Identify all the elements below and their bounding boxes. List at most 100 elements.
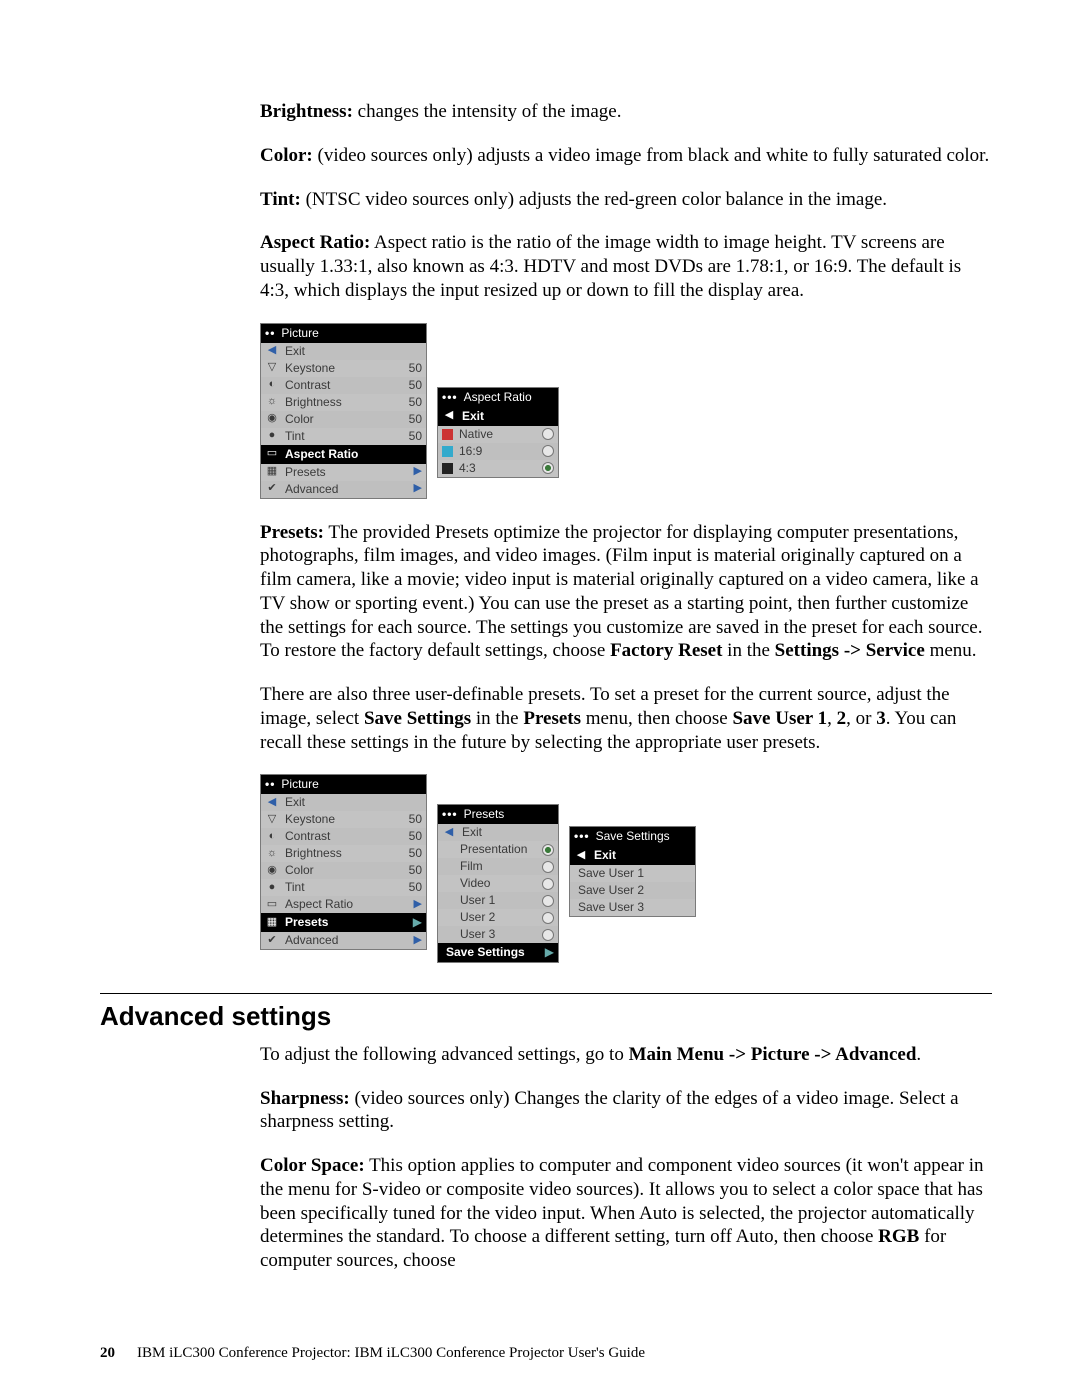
osd-picture-presets-screenshot: ••Picture ◀Exit ▽Keystone50 ◐Contrast50 … xyxy=(260,774,992,963)
osd-item-contrast[interactable]: ◐ Contrast 50 xyxy=(261,377,426,394)
osd-item-advanced[interactable]: ✔Advanced▶ xyxy=(261,932,426,949)
contrast-icon: ◐ xyxy=(265,830,279,844)
osd-item-tint[interactable]: ● Tint 50 xyxy=(261,428,426,445)
osd-aspect-43[interactable]: 4:3 xyxy=(438,460,558,477)
save-exit[interactable]: ◀Exit xyxy=(570,846,695,865)
keystone-icon: ▽ xyxy=(265,361,279,375)
keystone-icon: ▽ xyxy=(265,813,279,827)
para-brightness: Brightness: changes the intensity of the… xyxy=(260,100,992,124)
para-aspect: Aspect Ratio: Aspect ratio is the ratio … xyxy=(260,231,992,302)
dots-icon: •• xyxy=(265,326,275,341)
label-colorspace: Color Space: xyxy=(260,1155,365,1176)
radio-selected-icon xyxy=(542,462,554,474)
save-user2[interactable]: Save User 2 xyxy=(570,882,695,899)
triangle-left-icon: ◀ xyxy=(442,826,456,840)
radio-icon xyxy=(542,912,554,924)
presets-video[interactable]: Video xyxy=(438,875,558,892)
osd-aspect-native[interactable]: Native xyxy=(438,426,558,443)
aspect-icon: ▭ xyxy=(265,447,279,461)
triangle-left-icon: ◀ xyxy=(574,849,588,863)
osd-aspect-exit[interactable]: ◀ Exit xyxy=(438,407,558,426)
osd-item-presets-selected[interactable]: ▦Presets▶ xyxy=(261,913,426,932)
chevron-right-icon: ▶ xyxy=(408,898,422,912)
presets-icon: ▦ xyxy=(265,465,279,479)
label-sharpness: Sharpness: xyxy=(260,1088,350,1109)
swatch-icon xyxy=(442,446,453,457)
radio-icon xyxy=(542,428,554,440)
presets-icon: ▦ xyxy=(265,916,279,930)
osd-save-settings-submenu: •••Save Settings ◀Exit Save User 1 Save … xyxy=(569,826,696,917)
osd-header: ••• Aspect Ratio xyxy=(438,388,558,407)
chevron-right-icon: ▶ xyxy=(408,465,422,479)
osd-item-presets[interactable]: ▦ Presets ▶ xyxy=(261,464,426,481)
osd-picture-aspect-screenshot: •• Picture ◀ Exit ▽ Keystone 50 ◐ Cont xyxy=(260,323,992,499)
chevron-right-icon: ▶ xyxy=(408,482,422,496)
advanced-icon: ✔ xyxy=(265,482,279,496)
triangle-left-icon: ◀ xyxy=(442,409,456,423)
section-title-advanced: Advanced settings xyxy=(100,1000,992,1033)
osd-item-aspect[interactable]: ▭Aspect Ratio▶ xyxy=(261,896,426,913)
save-user1[interactable]: Save User 1 xyxy=(570,865,695,882)
radio-selected-icon xyxy=(542,844,554,856)
para-presets: Presets: The provided Presets optimize t… xyxy=(260,521,992,664)
page-footer: 20IBM iLC300 Conference Projector: IBM i… xyxy=(100,1344,645,1363)
presets-save-selected[interactable]: Save Settings▶ xyxy=(438,943,558,962)
chevron-right-icon: ▶ xyxy=(408,934,422,948)
para-colorspace: Color Space: This option applies to comp… xyxy=(260,1154,992,1273)
section-divider xyxy=(100,993,992,994)
brightness-icon: ☼ xyxy=(265,395,279,409)
para-tint: Tint: (NTSC video sources only) adjusts … xyxy=(260,188,992,212)
osd-aspect-169[interactable]: 16:9 xyxy=(438,443,558,460)
osd-item-brightness[interactable]: ☼Brightness50 xyxy=(261,845,426,862)
osd-header: •• Picture xyxy=(261,324,426,343)
radio-icon xyxy=(542,445,554,457)
presets-user1[interactable]: User 1 xyxy=(438,892,558,909)
triangle-left-icon: ◀ xyxy=(265,344,279,358)
osd-item-color[interactable]: ◉ Color 50 xyxy=(261,411,426,428)
label-brightness: Brightness: xyxy=(260,101,353,122)
label-tint: Tint: xyxy=(260,189,301,210)
para-user-presets: There are also three user-definable pres… xyxy=(260,683,992,754)
osd-item-color[interactable]: ◉Color50 xyxy=(261,862,426,879)
radio-icon xyxy=(542,929,554,941)
tint-icon: ● xyxy=(265,881,279,895)
osd-item-contrast[interactable]: ◐Contrast50 xyxy=(261,828,426,845)
osd-item-aspect-selected[interactable]: ▭ Aspect Ratio xyxy=(261,445,426,464)
osd-title: Picture xyxy=(281,326,318,341)
dots-icon: ••• xyxy=(574,829,590,844)
color-icon: ◉ xyxy=(265,412,279,426)
label-presets: Presets: xyxy=(260,522,324,543)
swatch-icon xyxy=(442,429,453,440)
osd-item-keystone[interactable]: ▽ Keystone 50 xyxy=(261,360,426,377)
text-tint: (NTSC video sources only) adjusts the re… xyxy=(301,189,887,210)
save-user3[interactable]: Save User 3 xyxy=(570,899,695,916)
label-color: Color: xyxy=(260,145,313,166)
para-sharpness: Sharpness: (video sources only) Changes … xyxy=(260,1087,992,1135)
presets-user2[interactable]: User 2 xyxy=(438,909,558,926)
page-number: 20 xyxy=(100,1345,115,1361)
text-brightness: changes the intensity of the image. xyxy=(353,101,622,122)
presets-user3[interactable]: User 3 xyxy=(438,926,558,943)
color-icon: ◉ xyxy=(265,864,279,878)
presets-exit[interactable]: ◀Exit xyxy=(438,824,558,841)
dots-icon: ••• xyxy=(442,807,458,822)
para-color: Color: (video sources only) adjusts a vi… xyxy=(260,144,992,168)
osd-item-exit[interactable]: ◀ Exit xyxy=(261,343,426,360)
osd-item-advanced[interactable]: ✔ Advanced ▶ xyxy=(261,481,426,498)
swatch-icon xyxy=(442,463,453,474)
radio-icon xyxy=(542,878,554,890)
osd-item-exit[interactable]: ◀Exit xyxy=(261,794,426,811)
para-advanced-intro: To adjust the following advanced setting… xyxy=(260,1043,992,1067)
osd-picture-menu: •• Picture ◀ Exit ▽ Keystone 50 ◐ Cont xyxy=(260,323,427,499)
radio-icon xyxy=(542,895,554,907)
text-color: (video sources only) adjusts a video ima… xyxy=(313,145,989,166)
aspect-icon: ▭ xyxy=(265,898,279,912)
radio-icon xyxy=(542,861,554,873)
osd-item-brightness[interactable]: ☼ Brightness 50 xyxy=(261,394,426,411)
presets-film[interactable]: Film xyxy=(438,858,558,875)
osd-item-tint[interactable]: ●Tint50 xyxy=(261,879,426,896)
triangle-left-icon: ◀ xyxy=(265,796,279,810)
dots-icon: ••• xyxy=(442,390,458,405)
osd-item-keystone[interactable]: ▽Keystone50 xyxy=(261,811,426,828)
presets-presentation[interactable]: Presentation xyxy=(438,841,558,858)
